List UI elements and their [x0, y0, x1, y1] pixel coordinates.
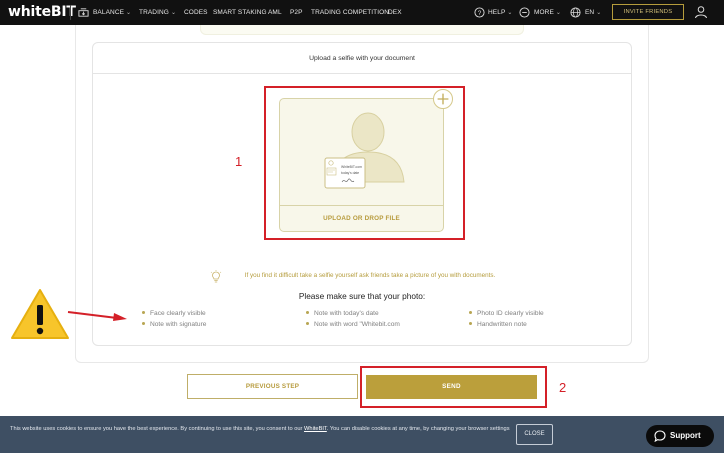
svg-text:?: ?: [478, 10, 482, 17]
nav-language[interactable]: EN ⌄: [585, 0, 601, 25]
requirements-heading: Please make sure that your photo:: [298, 291, 426, 301]
bullet-icon: [469, 321, 472, 325]
annotation-number-1: 1: [235, 154, 243, 169]
bullet-icon: [306, 321, 309, 325]
nav-dex[interactable]: DEX: [388, 0, 402, 25]
user-account-icon[interactable]: [694, 5, 708, 19]
nav-p2p[interactable]: P2P: [290, 0, 303, 25]
wallet-icon: [78, 8, 89, 17]
chat-bubble-icon: [654, 430, 666, 442]
help-icon: ?: [474, 7, 485, 18]
requirement-item: Photo ID clearly visible: [469, 310, 544, 317]
top-navbar: whiteBIT BALANCE ⌄ TRADING ⌄ CODES SMART S…: [0, 0, 724, 25]
red-arrow-icon: [67, 311, 127, 321]
annotation-box-upload: [264, 86, 465, 240]
nav-aml[interactable]: AML: [268, 0, 282, 25]
cookie-close-button[interactable]: CLOSE: [516, 424, 553, 445]
bullet-icon: [142, 321, 145, 325]
globe-icon: [570, 7, 581, 18]
chevron-down-icon: ⌄: [596, 10, 602, 16]
support-chat-button[interactable]: Support: [646, 425, 714, 447]
cookie-banner: This website uses cookies to ensure you …: [0, 416, 724, 453]
requirement-item: Note with signature: [142, 321, 206, 328]
upload-section-title: Upload a selfie with your document: [93, 43, 631, 74]
requirement-item: Note with word "Whitebit.com: [306, 321, 400, 328]
chevron-down-icon: ⌄: [126, 10, 132, 16]
bullet-icon: [142, 310, 145, 314]
bullet-icon: [469, 310, 472, 314]
invite-friends-button[interactable]: INVITE FRIENDS: [612, 4, 684, 20]
annotation-number-2: 2: [559, 380, 567, 395]
nav-help[interactable]: HELP ⌄: [488, 0, 513, 25]
chevron-down-icon: ⌄: [555, 10, 562, 16]
requirement-item: Handwritten note: [469, 321, 527, 328]
more-icon: [519, 7, 530, 18]
nav-more[interactable]: MORE ⌄: [534, 0, 561, 25]
nav-divider: [70, 5, 71, 20]
selfie-tip-text: If you find it difficult take a selfie y…: [244, 272, 496, 279]
chevron-down-icon: ⌄: [170, 10, 177, 16]
chevron-down-icon: ⌄: [507, 10, 513, 16]
requirement-item: Face clearly visible: [142, 310, 206, 317]
nav-codes[interactable]: CODES: [184, 0, 208, 25]
cookie-message: This website uses cookies to ensure you …: [10, 426, 510, 432]
previous-section-strip: [200, 25, 524, 35]
nav-smart-staking[interactable]: SMART STAKING: [213, 0, 267, 25]
bullet-icon: [306, 310, 309, 314]
previous-step-button[interactable]: PREVIOUS STEP: [187, 374, 358, 399]
nav-trading-competition[interactable]: TRADING COMPETITION: [311, 0, 389, 25]
annotation-box-send: [360, 366, 547, 408]
cookie-policy-link[interactable]: WhiteBIT: [304, 426, 327, 432]
nav-balance[interactable]: BALANCE ⌄: [93, 0, 131, 25]
nav-trading[interactable]: TRADING ⌄: [139, 0, 176, 25]
warning-icon: [11, 289, 69, 339]
whitebit-logo[interactable]: whiteBIT: [8, 4, 76, 20]
support-label: Support: [670, 431, 701, 440]
requirement-item: Note with today's date: [306, 310, 379, 317]
